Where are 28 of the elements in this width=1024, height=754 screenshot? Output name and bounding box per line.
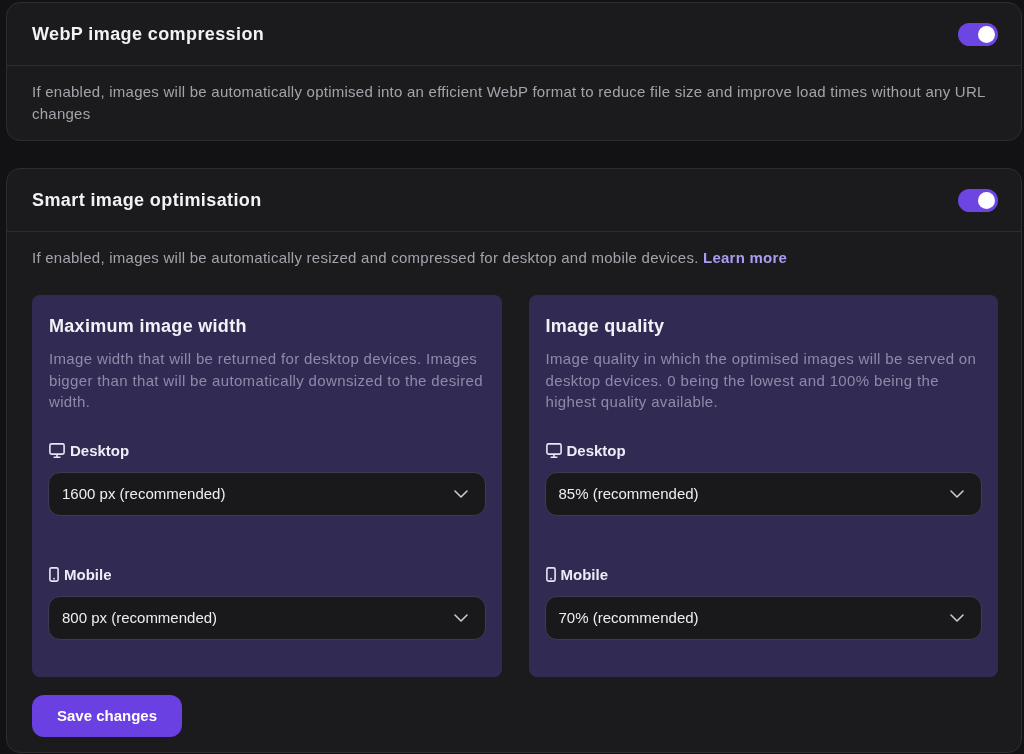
learn-more-link[interactable]: Learn more bbox=[703, 249, 788, 266]
section-title: Smart image optimisation bbox=[32, 189, 262, 211]
section-description: If enabled, images will be automatically optimised into an efficient WebP format to reduce file size and improve load times without any URL changes bbox=[32, 82, 986, 124]
chevron-down-icon bbox=[453, 489, 468, 498]
dropdown[interactable]: 1600 px (recommended) bbox=[48, 471, 486, 516]
chevron-down-icon bbox=[950, 613, 964, 622]
panel-description: Image quality in which the optimised images will be served on desktop devices. 0 being the lowest and 100% being the highest quality available. bbox=[545, 349, 978, 412]
dropdown[interactable]: 70% (recommended) bbox=[544, 595, 982, 640]
dropdown[interactable]: 800 px (recommended) bbox=[48, 595, 486, 640]
panel-title: Maximum image width bbox=[49, 315, 248, 337]
dropdown[interactable]: 85% (recommended) bbox=[544, 471, 982, 516]
panel-title: Image quality bbox=[545, 315, 666, 337]
phone-icon bbox=[545, 567, 556, 582]
field-label: Mobile bbox=[560, 566, 608, 583]
field-label: Desktop bbox=[566, 442, 626, 459]
save-button[interactable]: Save changes bbox=[32, 694, 183, 737]
toggle-switch[interactable] bbox=[958, 22, 998, 46]
field-label: Desktop bbox=[70, 442, 130, 459]
monitor-icon bbox=[49, 443, 65, 458]
phone-icon bbox=[49, 567, 59, 582]
monitor-icon bbox=[545, 443, 562, 458]
field-label: Mobile bbox=[64, 566, 112, 583]
chevron-down-icon bbox=[453, 613, 468, 622]
chevron-down-icon bbox=[950, 489, 964, 498]
panel-description: Image width that will be returned for desktop devices. Images bigger than that will be automatically downsized to the desired width. bbox=[49, 349, 484, 412]
section-title: WebP image compression bbox=[32, 23, 265, 45]
section-description: If enabled, images will be automatically resized and compressed for desktop and mobile devices. Learn more bbox=[32, 248, 789, 268]
toggle-switch[interactable] bbox=[958, 188, 998, 212]
